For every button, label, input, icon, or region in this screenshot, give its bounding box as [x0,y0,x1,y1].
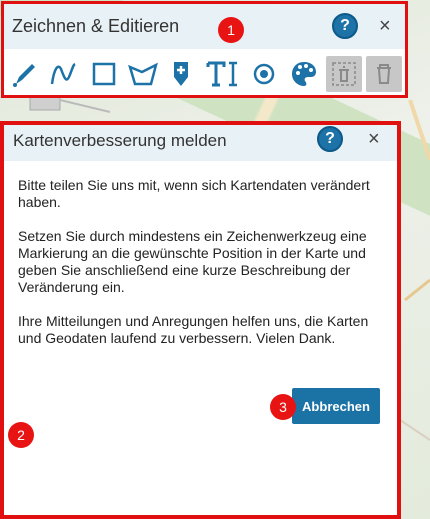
polygon-icon[interactable] [125,56,161,92]
map-improvement-panel: Kartenverbesserung melden ? × Bitte teil… [4,125,397,515]
freehand-curve-icon[interactable] [45,56,81,92]
map-improvement-header: Kartenverbesserung melden ? × [4,125,397,161]
help-button[interactable]: ? [317,126,343,152]
delete-selection-icon[interactable] [326,56,362,92]
draw-edit-title: Zeichnen & Editieren [12,16,180,36]
draw-edit-header: Zeichnen & Editieren ? × [3,3,406,49]
trash-icon[interactable] [366,56,402,92]
map-improvement-title: Kartenverbesserung melden [13,131,227,150]
step-badge-1: 1 [218,17,244,43]
instructions-paragraph: Setzen Sie durch mindestens ein Zeichenw… [18,228,367,295]
cancel-button[interactable]: Abbrechen [292,388,380,424]
text-tool-icon[interactable] [204,56,240,92]
marker-plus-icon[interactable] [163,56,199,92]
step-badge-2: 2 [8,422,34,448]
rectangle-icon[interactable] [86,56,122,92]
instructions-paragraph: Bitte teilen Sie uns mit, wenn sich Kart… [18,177,370,210]
circle-point-icon[interactable] [246,56,282,92]
close-button[interactable]: × [368,129,380,149]
palette-icon[interactable] [286,56,322,92]
draw-edit-panel: Zeichnen & Editieren ? × [3,3,406,98]
drawing-toolbar [3,54,406,96]
instructions-paragraph: Ihre Mitteilungen und Anregungen helfen … [18,313,369,346]
pencil-icon[interactable] [7,56,43,92]
instructions-text: Bitte teilen Sie uns mit, wenn sich Kart… [18,177,388,364]
close-button[interactable]: × [379,16,391,36]
step-badge-3: 3 [270,394,296,420]
help-button[interactable]: ? [332,13,358,39]
